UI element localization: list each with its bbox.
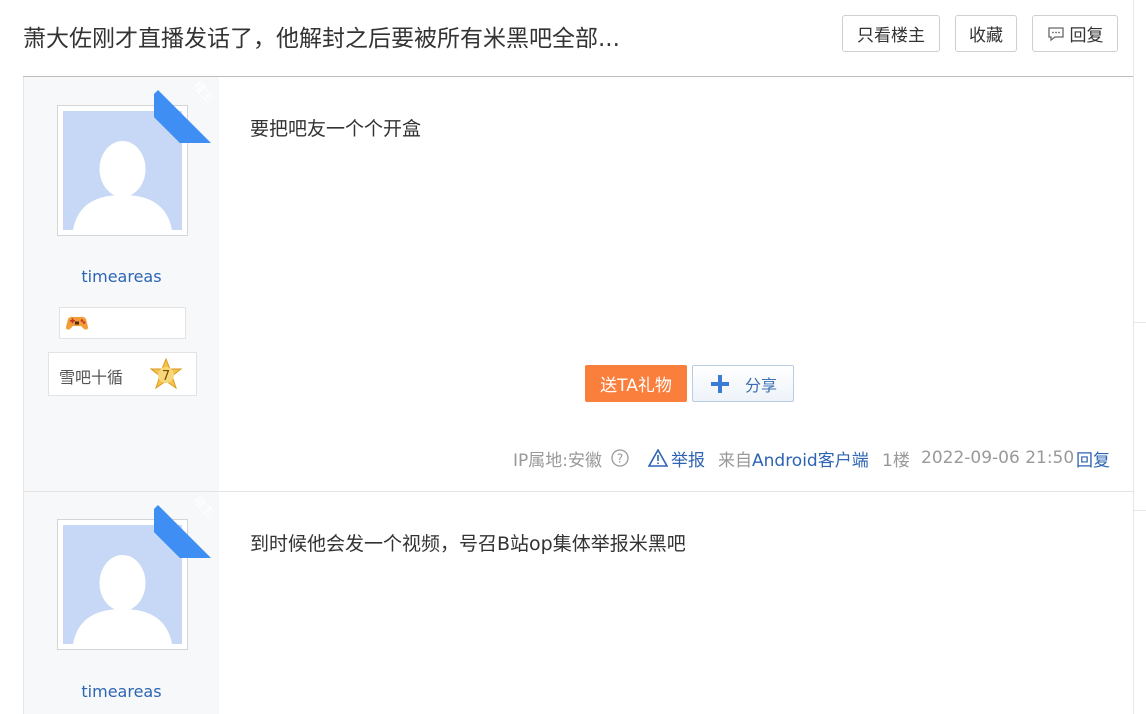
client-source: 来自 Android客户端 xyxy=(718,446,869,471)
floor-reply-link[interactable]: 回复 xyxy=(1076,447,1110,471)
post-content: 到时候他会发一个视频，号召B站op集体举报米黑吧 xyxy=(250,533,686,555)
thread-header: 萧大佐刚才直播发话了，他解封之后要被所有米黑吧全部... 只看楼主 收藏 回复 xyxy=(0,0,1146,76)
ip-location: IP属地:安徽 xyxy=(513,450,602,471)
op-corner-tag: 楼主 xyxy=(154,492,220,558)
plus-icon xyxy=(710,374,729,393)
post-floor-2: timeareas 楼主 到时候他会发一个视频，号召B站op集体举报米黑吧 xyxy=(23,492,1133,714)
floor-number: 1楼 xyxy=(882,450,910,471)
author-username[interactable]: timeareas xyxy=(24,682,219,701)
send-gift-button[interactable]: 送TA礼物 xyxy=(585,365,687,402)
gamepad-badge-icon xyxy=(66,316,88,330)
member-badge[interactable] xyxy=(59,307,186,339)
share-label: 分享 xyxy=(744,375,777,395)
reply-button-label: 回复 xyxy=(1069,26,1104,46)
level-number: 7 xyxy=(162,369,170,384)
post-content: 要把吧友一个个开盒 xyxy=(250,118,422,140)
source-client-link[interactable]: Android客户端 xyxy=(752,446,869,471)
help-question-icon[interactable]: ? xyxy=(611,449,629,467)
comment-icon xyxy=(1047,26,1064,41)
only-op-button[interactable]: 只看楼主 xyxy=(842,15,940,52)
report-label: 举报 xyxy=(671,450,705,471)
favorite-button[interactable]: 收藏 xyxy=(955,15,1017,52)
level-star-icon: 7 xyxy=(149,358,183,390)
op-tag-label: 楼主 xyxy=(190,493,218,521)
post-date: 2022-09-06 21:50 xyxy=(921,448,1075,468)
op-tag-label: 楼主 xyxy=(190,78,218,106)
op-corner-tag: 楼主 xyxy=(154,77,220,143)
share-button[interactable]: 分享 xyxy=(692,365,794,402)
page-right-border xyxy=(1133,0,1134,714)
svg-text:?: ? xyxy=(617,452,623,466)
edge-tick xyxy=(1133,510,1146,511)
edge-tick xyxy=(1133,322,1146,323)
warning-icon xyxy=(648,449,668,467)
author-username[interactable]: timeareas xyxy=(24,267,219,286)
thread-title: 萧大佐刚才直播发话了，他解封之后要被所有米黑吧全部... xyxy=(23,26,620,52)
reply-button[interactable]: 回复 xyxy=(1032,15,1118,52)
post-floor-1: timeareas 雪吧十循 7 楼主 要把吧友一个个开盒 送TA礼物 分享 I… xyxy=(23,77,1133,492)
report-link[interactable]: 举报 xyxy=(648,447,705,471)
forum-level[interactable]: 雪吧十循 7 xyxy=(48,352,197,396)
level-name: 雪吧十循 xyxy=(59,368,124,387)
source-prefix: 来自 xyxy=(718,450,752,471)
